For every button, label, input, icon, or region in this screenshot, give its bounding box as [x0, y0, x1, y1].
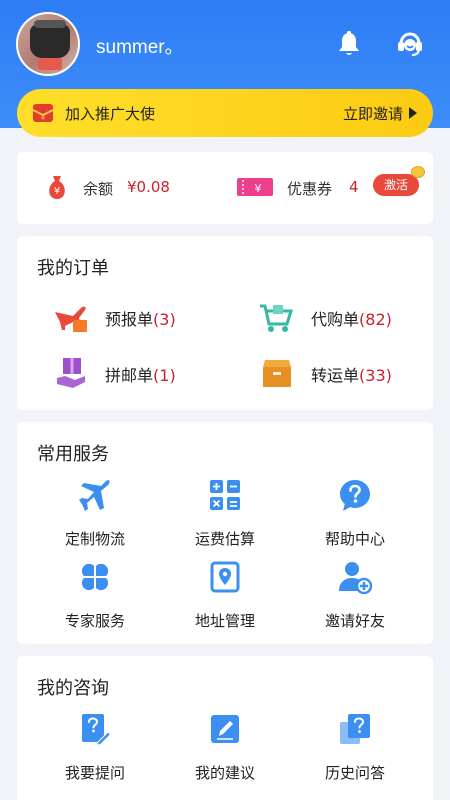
- consult-label: 历史问答: [324, 764, 385, 782]
- edit-note-icon: [211, 715, 239, 743]
- ask-question-icon: [82, 714, 112, 746]
- service-custom-logistics[interactable]: 定制物流: [35, 478, 155, 549]
- hand-box-icon: [57, 358, 85, 388]
- calculator-icon: [210, 480, 240, 510]
- consult-ask-question[interactable]: 我要提问: [35, 712, 155, 783]
- balance-label: 余额: [83, 180, 114, 198]
- add-user-icon: [339, 562, 373, 595]
- consult-title: 我的咨询: [37, 678, 109, 699]
- svg-text:¥: ¥: [54, 186, 60, 197]
- service-label: 定制物流: [64, 530, 125, 548]
- order-count: (33): [359, 366, 392, 385]
- service-label: 专家服务: [64, 612, 125, 630]
- service-invite-friend[interactable]: 邀请好友: [295, 560, 415, 631]
- services-card: 常用服务 定制物流 运费估算 帮助中心 专家服务 地址管理 邀请好友: [17, 422, 433, 644]
- airplane-box-icon: [55, 306, 87, 332]
- money-bag-icon: ¥: [49, 176, 65, 199]
- order-label: 转运单(33): [311, 362, 392, 386]
- package-box-icon: [263, 360, 291, 387]
- coupon-icon: ¥: [237, 178, 273, 196]
- consult-label: 我的建议: [194, 764, 255, 782]
- red-envelope-icon: ¥: [32, 104, 54, 122]
- avatar-image-detail: [38, 58, 62, 70]
- coupon-count[interactable]: 4: [349, 178, 359, 196]
- services-title: 常用服务: [37, 444, 109, 465]
- svg-text:¥: ¥: [255, 182, 262, 195]
- question-icon: [340, 480, 370, 511]
- avatar-image-object: [30, 24, 70, 58]
- order-count: (3): [153, 310, 176, 329]
- order-item-forecast[interactable]: 预报单(3): [53, 300, 233, 336]
- username: summer。: [96, 37, 184, 58]
- activate-label: 激活: [383, 178, 408, 192]
- service-label: 运费估算: [194, 530, 255, 548]
- order-item-transfer[interactable]: 转运单(33): [259, 356, 429, 392]
- service-expert[interactable]: 专家服务: [35, 560, 155, 631]
- service-address[interactable]: 地址管理: [165, 560, 285, 631]
- order-label-text: 转运单: [311, 366, 360, 385]
- consult-card: 我的咨询 我要提问 我的建议 历史问答: [17, 656, 433, 800]
- coupon-label: 优惠券: [287, 180, 333, 198]
- activate-button[interactable]: 激活: [373, 166, 425, 196]
- coin-icon: [411, 166, 425, 178]
- consult-history[interactable]: 历史问答: [295, 712, 415, 783]
- orders-card: 我的订单 预报单(3) 代购单(82) 拼邮单(1) 转运单(33): [17, 236, 433, 410]
- balance-card: ¥ 余额 ¥0.08 ¥ 优惠券 4 激活: [17, 152, 433, 224]
- order-count: (1): [153, 366, 176, 385]
- avatar-image-lid: [34, 20, 66, 28]
- airplane-icon: [79, 480, 110, 511]
- order-label: 代购单(82): [311, 306, 392, 330]
- service-label: 地址管理: [194, 612, 255, 630]
- service-label: 帮助中心: [324, 530, 385, 548]
- shopping-cart-icon: [260, 304, 293, 332]
- chevron-right-icon: [409, 107, 417, 119]
- consult-label: 我要提问: [64, 764, 125, 782]
- order-label-text: 拼邮单: [105, 366, 154, 385]
- location-icon: [210, 561, 240, 593]
- avatar[interactable]: [16, 12, 80, 76]
- invite-link[interactable]: 立即邀请: [343, 103, 403, 124]
- order-item-group[interactable]: 拼邮单(1): [53, 356, 233, 392]
- balance-value[interactable]: ¥0.08: [127, 178, 170, 196]
- history-question-icon: [340, 714, 370, 744]
- clover-icon: [81, 563, 109, 591]
- order-label: 预报单(3): [105, 306, 176, 330]
- order-count: (82): [359, 310, 392, 329]
- service-freight-estimate[interactable]: 运费估算: [165, 478, 285, 549]
- consult-my-suggestion[interactable]: 我的建议: [165, 712, 285, 783]
- customer-service-icon[interactable]: [396, 30, 424, 58]
- service-label: 邀请好友: [324, 612, 385, 630]
- bell-icon[interactable]: [336, 30, 362, 58]
- service-help-center[interactable]: 帮助中心: [295, 478, 415, 549]
- order-label-text: 代购单: [311, 310, 360, 329]
- promo-banner[interactable]: ¥ 加入推广大使 立即邀请: [17, 89, 433, 137]
- promo-text: 加入推广大使: [65, 105, 156, 123]
- orders-title: 我的订单: [37, 258, 109, 279]
- order-label-text: 预报单: [105, 310, 154, 329]
- order-item-purchase[interactable]: 代购单(82): [259, 300, 429, 336]
- svg-text:¥: ¥: [41, 114, 46, 122]
- order-label: 拼邮单(1): [105, 362, 176, 386]
